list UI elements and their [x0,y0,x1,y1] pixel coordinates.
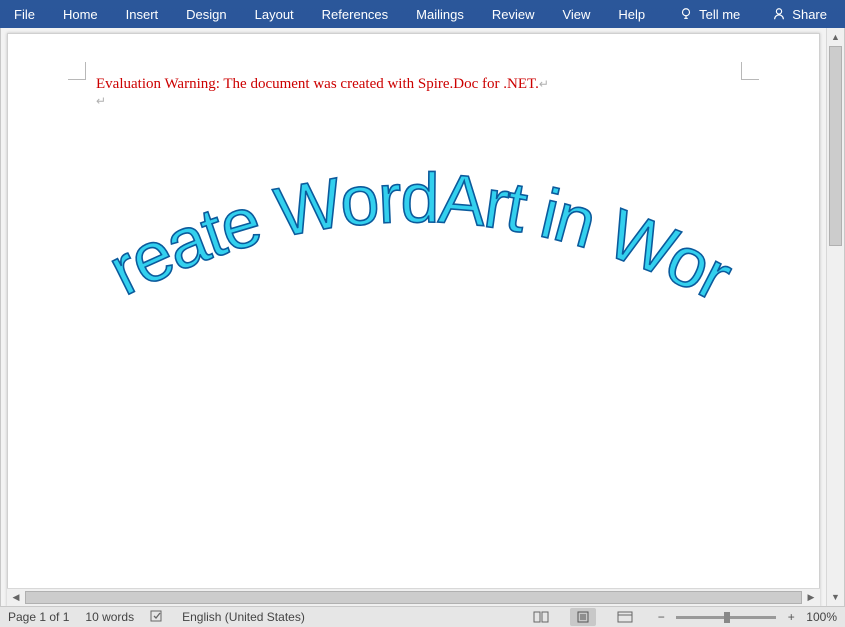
zoom-out-button[interactable]: − [654,610,668,624]
ribbon: File Home Insert Design Layout Reference… [0,0,845,28]
margin-mark-icon [741,62,759,80]
tab-insert[interactable]: Insert [112,0,173,28]
word-count[interactable]: 10 words [85,610,134,624]
tab-mailings[interactable]: Mailings [402,0,478,28]
tab-references[interactable]: References [308,0,402,28]
tab-help[interactable]: Help [604,0,659,28]
tell-me-button[interactable]: Tell me [665,7,754,22]
tell-me-label: Tell me [699,7,740,22]
read-mode-button[interactable] [528,608,554,626]
scroll-right-icon[interactable]: ▶ [802,592,820,603]
proofing-icon[interactable] [150,609,166,626]
scroll-down-icon[interactable]: ▼ [827,588,844,606]
person-icon [772,7,786,21]
scroll-up-icon[interactable]: ▲ [827,28,844,46]
page-indicator[interactable]: Page 1 of 1 [8,610,69,624]
evaluation-warning-text: Evaluation Warning: The document was cre… [96,76,549,93]
hscroll-thumb[interactable] [25,591,802,604]
wordart-shape[interactable]: Create WordArt in Word [94,132,734,352]
zoom-level[interactable]: 100% [806,610,837,624]
share-label: Share [792,7,827,22]
tab-home[interactable]: Home [49,0,112,28]
page: Evaluation Warning: The document was cre… [7,33,820,606]
margin-mark-icon [68,62,86,80]
workspace: Evaluation Warning: The document was cre… [0,28,845,606]
tab-design[interactable]: Design [172,0,240,28]
horizontal-scrollbar[interactable]: ◀ ▶ [7,588,820,606]
vscroll-thumb[interactable] [829,46,842,246]
tab-view[interactable]: View [548,0,604,28]
share-button[interactable]: Share [754,7,845,22]
scroll-left-icon[interactable]: ◀ [7,592,25,603]
zoom-in-button[interactable]: + [784,610,798,624]
lightbulb-icon [679,7,693,21]
tab-review[interactable]: Review [478,0,549,28]
paragraph-mark-icon: ↵ [96,94,106,109]
print-layout-button[interactable] [570,608,596,626]
wordart-text: Create WordArt in Word [94,132,734,316]
zoom-controls: − + 100% [654,610,837,624]
status-bar: Page 1 of 1 10 words English (United Sta… [0,606,845,627]
zoom-slider[interactable] [676,616,776,619]
web-layout-button[interactable] [612,608,638,626]
document-canvas[interactable]: Evaluation Warning: The document was cre… [1,28,826,606]
vertical-scrollbar[interactable]: ▲ ▼ [826,28,844,606]
tab-layout[interactable]: Layout [241,0,308,28]
tab-file[interactable]: File [0,0,49,28]
zoom-slider-handle[interactable] [724,612,730,623]
language-indicator[interactable]: English (United States) [182,610,305,624]
